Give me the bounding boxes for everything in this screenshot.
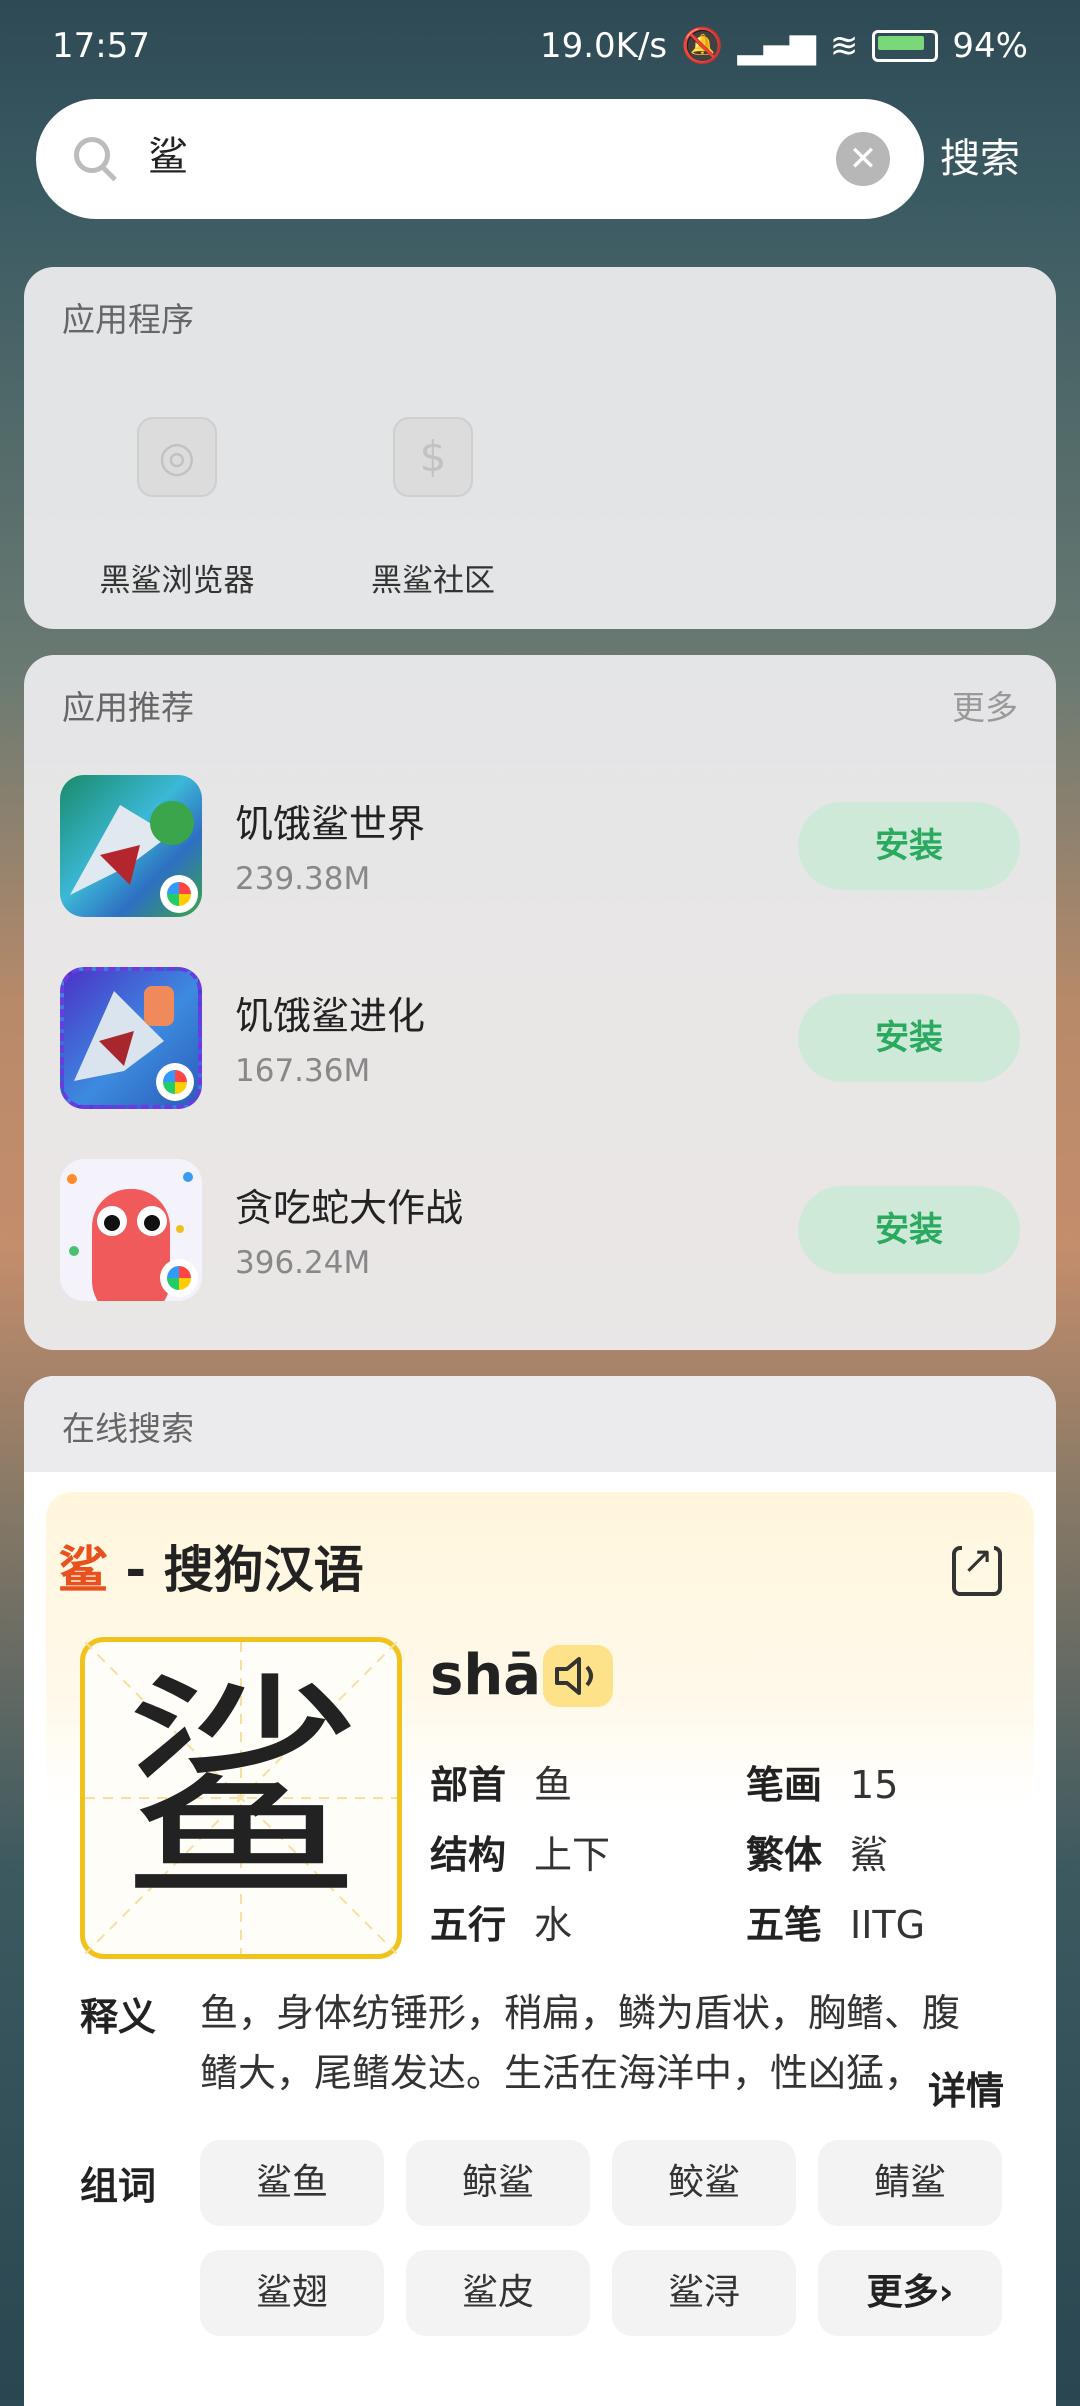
search-icon xyxy=(74,137,110,173)
word-chip[interactable]: 鲨皮 xyxy=(406,2250,590,2336)
hungry-shark-world-icon xyxy=(60,775,202,917)
recommend-section-title: 应用推荐 xyxy=(62,688,194,727)
traditional-value: 鯊 xyxy=(850,1833,889,1877)
apps-section-title: 应用程序 xyxy=(62,300,194,339)
wubi-label: 五笔 xyxy=(746,1903,823,1947)
info-wuxing: 五行水 xyxy=(430,1894,572,1949)
app-name: 贪吃蛇大作战 xyxy=(235,1186,464,1230)
search-button[interactable]: 搜索 xyxy=(940,126,1020,184)
net-speed: 19.0K/s xyxy=(539,26,668,66)
apps-card: 应用程序 ◎ 黑鲨浏览器 $ 黑鲨社区 xyxy=(24,267,1056,629)
structure-label: 结构 xyxy=(430,1833,507,1877)
word-chip[interactable]: 鲨鱼 xyxy=(200,2140,384,2226)
store-badge-icon xyxy=(156,1063,194,1101)
list-item[interactable]: 贪吃蛇大作战 396.24M 安装 xyxy=(60,1159,1020,1305)
store-badge-icon xyxy=(160,1259,198,1297)
app-label: 黑鲨社区 xyxy=(371,563,495,599)
status-bar: 17:57 19.0K/s 🔕 ▂▄▆ ≋ 94% xyxy=(0,0,1080,96)
speaker-button[interactable] xyxy=(543,1645,613,1707)
online-search-header: 在线搜索 xyxy=(24,1376,1056,1472)
radical-label: 部首 xyxy=(430,1763,507,1807)
info-radical: 部首鱼 xyxy=(430,1754,572,1809)
status-indicators: 19.0K/s 🔕 ▂▄▆ ≋ 94% xyxy=(540,26,1028,66)
strokes-label: 笔画 xyxy=(746,1763,823,1807)
word-chip[interactable]: 鲨翅 xyxy=(200,2250,384,2336)
battery-percent: 94% xyxy=(952,26,1028,66)
clear-search-button[interactable]: ✕ xyxy=(836,132,890,186)
list-item[interactable]: 饥饿鲨世界 239.38M 安装 xyxy=(60,775,1020,921)
signal-icon: ▂▄▆ xyxy=(737,26,816,66)
app-label: 黑鲨浏览器 xyxy=(99,563,255,599)
word-chip[interactable]: 鲛鲨 xyxy=(612,2140,796,2226)
info-wubi: 五笔 IITG xyxy=(746,1894,925,1949)
definition-label: 释义 xyxy=(80,1995,157,2039)
wubi-value: IITG xyxy=(850,1903,926,1947)
info-traditional: 繁体鯊 xyxy=(746,1824,888,1879)
recommend-more-link[interactable]: 更多 xyxy=(952,681,1018,729)
install-button[interactable]: 安装 xyxy=(798,994,1020,1082)
traditional-label: 繁体 xyxy=(746,1833,823,1877)
app-size: 167.36M xyxy=(235,1053,371,1089)
store-badge-icon xyxy=(160,875,198,913)
status-time: 17:57 xyxy=(52,26,150,66)
search-input[interactable] xyxy=(146,129,750,177)
search-bar: ✕ xyxy=(36,99,924,219)
app-heisha-browser[interactable]: ◎ 黑鲨浏览器 xyxy=(62,417,292,600)
install-button[interactable]: 安装 xyxy=(798,802,1020,890)
app-name: 饥饿鲨世界 xyxy=(235,802,426,846)
app-name: 饥饿鲨进化 xyxy=(235,994,426,1038)
pinyin: shā xyxy=(430,1643,541,1708)
words-label: 组词 xyxy=(80,2164,157,2208)
more-words-button[interactable]: 更多› xyxy=(818,2250,1002,2336)
list-item[interactable]: 饥饿鲨进化 167.36M 安装 xyxy=(60,967,1020,1113)
app-heisha-community[interactable]: $ 黑鲨社区 xyxy=(318,417,548,600)
wifi-icon: ≋ xyxy=(829,26,859,66)
app-size: 239.38M xyxy=(235,861,371,897)
info-strokes: 笔画 15 xyxy=(746,1754,898,1809)
recommend-card: 应用推荐 更多 饥饿鲨世界 239.38M 安装 饥饿鲨进化 167.36M 安… xyxy=(24,655,1056,1350)
character-glyph: 鲨 xyxy=(120,1652,361,1932)
info-structure: 结构 上下 xyxy=(430,1824,610,1879)
online-section-title: 在线搜索 xyxy=(62,1409,194,1448)
hungry-shark-evolution-icon xyxy=(60,967,202,1109)
dictionary-source: - 搜狗汉语 xyxy=(108,1541,364,1599)
wuxing-value: 水 xyxy=(534,1903,573,1947)
app-size: 396.24M xyxy=(235,1245,371,1281)
snake-game-icon xyxy=(60,1159,202,1301)
definition-text: 鱼，身体纺锤形，稍扁，鳞为盾状，胸鳍、腹鳍大，尾鳍发达。生活在海洋中，性凶猛， xyxy=(200,1991,961,2095)
definition-detail-link[interactable]: 详情 xyxy=(928,2060,1004,2115)
install-button[interactable]: 安装 xyxy=(798,1186,1020,1274)
word-chip[interactable]: 鲭鲨 xyxy=(818,2140,1002,2226)
mute-icon: 🔕 xyxy=(681,26,724,66)
character-stroke-box: 鲨 xyxy=(80,1637,402,1959)
external-link-icon[interactable] xyxy=(952,1540,1002,1596)
battery-icon xyxy=(872,30,939,62)
wuxing-label: 五行 xyxy=(430,1903,507,1947)
structure-value: 上下 xyxy=(534,1833,611,1877)
dictionary-char-highlight: 鲨 xyxy=(58,1541,108,1599)
dictionary-title[interactable]: 鲨 - 搜狗汉语 xyxy=(58,1530,364,1602)
strokes-value: 15 xyxy=(850,1763,899,1807)
word-chip[interactable]: 鲸鲨 xyxy=(406,2140,590,2226)
speaker-icon xyxy=(555,1657,593,1695)
community-icon: $ xyxy=(393,417,473,497)
globe-icon: ◎ xyxy=(137,417,217,497)
radical-value: 鱼 xyxy=(534,1763,573,1807)
word-chip[interactable]: 鲨浔 xyxy=(612,2250,796,2336)
